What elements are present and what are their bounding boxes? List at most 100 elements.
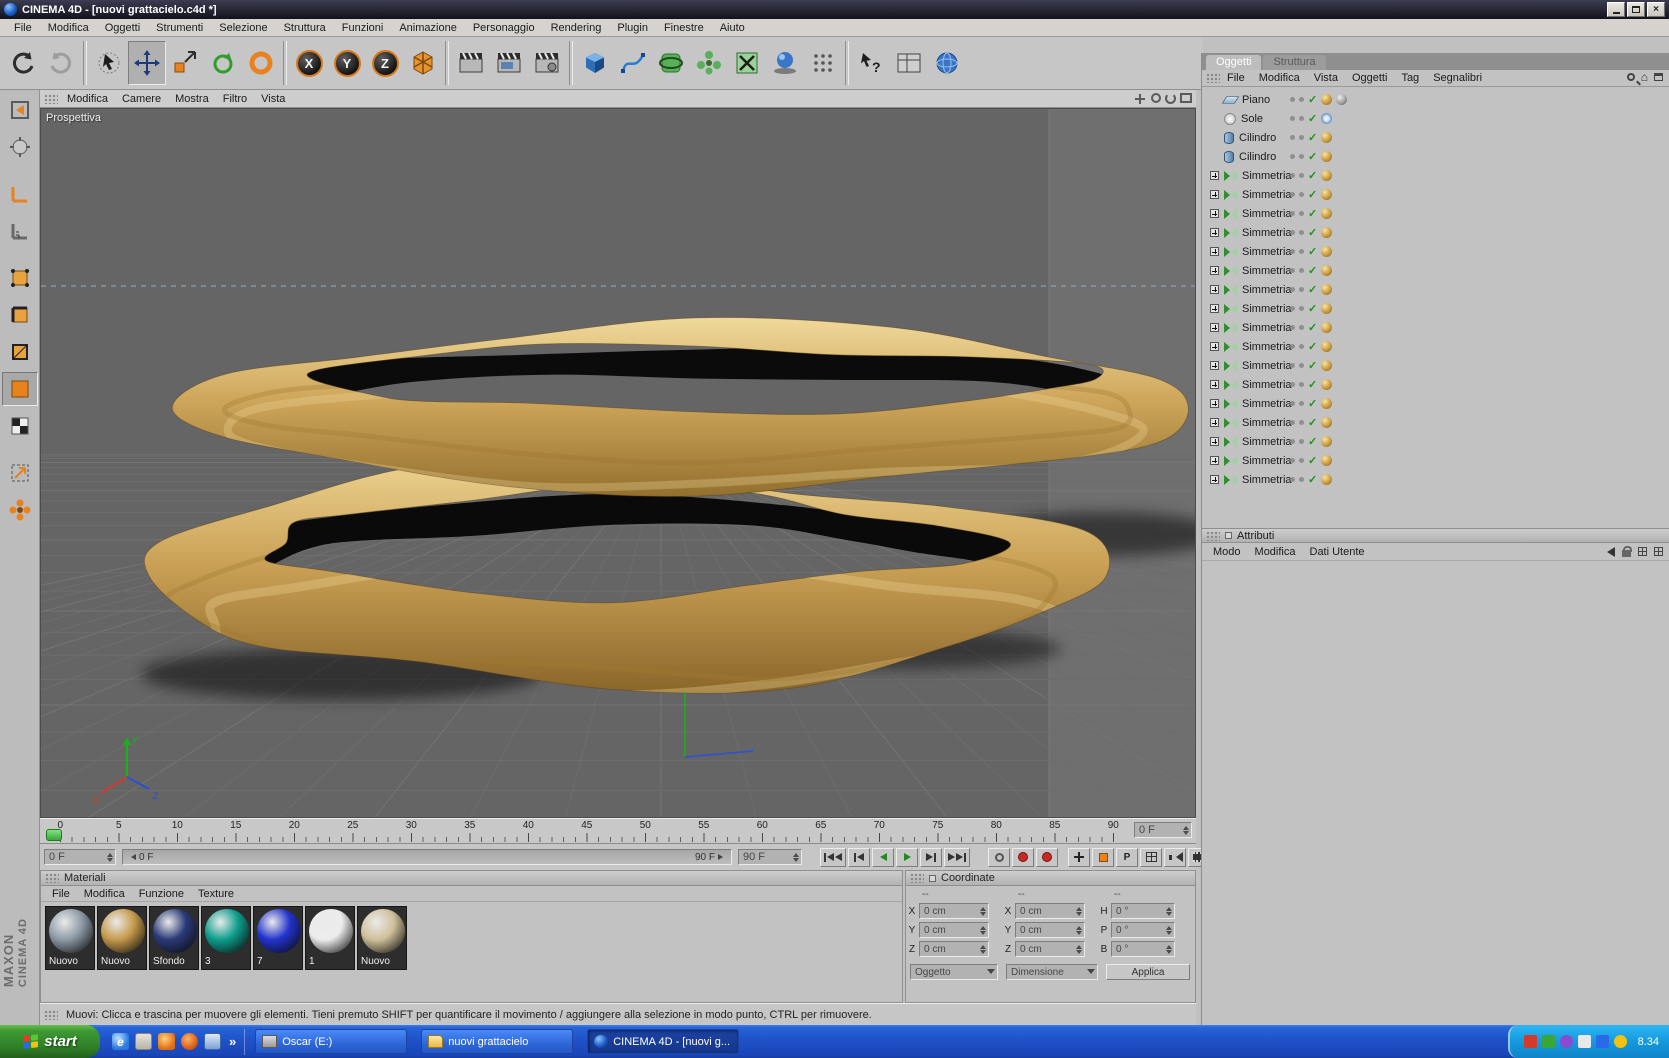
- object-row[interactable]: Simmetria ✓: [1202, 337, 1669, 356]
- render-visibility-dot[interactable]: [1299, 116, 1304, 121]
- minimize-button[interactable]: [1607, 2, 1625, 17]
- coordinates-header[interactable]: Coordinate: [906, 871, 1195, 886]
- y-axis-lock-icon[interactable]: Y: [328, 41, 366, 85]
- taskbar-task-button[interactable]: nuovi grattacielo: [421, 1029, 573, 1054]
- x-axis-lock-icon[interactable]: X: [290, 41, 328, 85]
- expand-icon[interactable]: [1210, 171, 1219, 180]
- material-tag-icon[interactable]: [1321, 360, 1332, 371]
- object-menu-item[interactable]: Segnalibri: [1426, 71, 1489, 85]
- workplane-mode-button[interactable]: [2, 214, 38, 248]
- make-editable-button[interactable]: [2, 93, 38, 127]
- editor-visibility-dot[interactable]: [1290, 154, 1295, 159]
- current-frame-field[interactable]: 0 F: [1134, 822, 1192, 838]
- enabled-check-icon[interactable]: ✓: [1308, 285, 1317, 295]
- current-frame-marker[interactable]: [46, 829, 62, 841]
- size-y-field[interactable]: 0 cm: [1015, 922, 1085, 938]
- drag-grip[interactable]: [44, 1010, 58, 1020]
- material-tag-icon[interactable]: [1321, 132, 1332, 143]
- enabled-check-icon[interactable]: ✓: [1308, 437, 1317, 447]
- restore-button[interactable]: [1627, 2, 1645, 17]
- expand-icon[interactable]: [1210, 190, 1219, 199]
- internet-explorer-icon[interactable]: e: [112, 1033, 129, 1050]
- render-visibility-dot[interactable]: [1299, 230, 1304, 235]
- firefox-icon[interactable]: [181, 1033, 198, 1050]
- update-tray-icon[interactable]: [1560, 1035, 1573, 1048]
- taskbar-task-button[interactable]: CINEMA 4D - [nuovi g...: [587, 1029, 739, 1054]
- language-tray-icon[interactable]: [1614, 1035, 1627, 1048]
- tab-oggetti[interactable]: Oggetti: [1206, 55, 1261, 70]
- material-tile[interactable]: Sfondo: [149, 906, 199, 970]
- editor-visibility-dot[interactable]: [1290, 401, 1295, 406]
- texture-mode-button[interactable]: [2, 409, 38, 443]
- zoom-view-icon[interactable]: [1151, 93, 1161, 103]
- render-visibility-dot[interactable]: [1299, 287, 1304, 292]
- material-tag-icon[interactable]: [1321, 341, 1332, 352]
- rotation-h-field[interactable]: 0 °: [1111, 903, 1175, 919]
- range-left-icon[interactable]: [131, 854, 136, 860]
- render-visibility-dot[interactable]: [1299, 306, 1304, 311]
- record-button[interactable]: [1012, 848, 1034, 867]
- attribute-menu-item[interactable]: Modo: [1206, 545, 1248, 559]
- menu-item[interactable]: Funzioni: [334, 21, 392, 35]
- close-button[interactable]: ×: [1647, 2, 1665, 17]
- polygons-mode-button[interactable]: [2, 335, 38, 369]
- material-tag-icon[interactable]: [1321, 151, 1332, 162]
- render-visibility-dot[interactable]: [1299, 420, 1304, 425]
- editor-visibility-dot[interactable]: [1290, 249, 1295, 254]
- material-tag-icon[interactable]: [1321, 284, 1332, 295]
- live-selection-icon[interactable]: [90, 41, 128, 85]
- render-visibility-dot[interactable]: [1299, 325, 1304, 330]
- attribute-menu-item[interactable]: Modifica: [1248, 545, 1303, 559]
- layout-grid-icon[interactable]: [1638, 547, 1647, 556]
- material-tag-icon[interactable]: [1321, 170, 1332, 181]
- next-key-button[interactable]: [920, 848, 942, 867]
- drag-grip[interactable]: [44, 94, 58, 104]
- editor-visibility-dot[interactable]: [1290, 382, 1295, 387]
- editor-visibility-dot[interactable]: [1290, 173, 1295, 178]
- sound-toggle-button[interactable]: [1164, 848, 1186, 867]
- editor-visibility-dot[interactable]: [1290, 287, 1295, 292]
- object-row[interactable]: Simmetria ✓: [1202, 280, 1669, 299]
- object-row[interactable]: Simmetria ✓: [1202, 375, 1669, 394]
- object-row[interactable]: Simmetria ✓: [1202, 166, 1669, 185]
- smoothing-tag-icon[interactable]: [1336, 94, 1347, 105]
- material-tag-icon[interactable]: [1321, 455, 1332, 466]
- render-visibility-dot[interactable]: [1299, 458, 1304, 463]
- editor-visibility-dot[interactable]: [1290, 306, 1295, 311]
- editor-visibility-dot[interactable]: [1290, 211, 1295, 216]
- object-row[interactable]: Simmetria ✓: [1202, 356, 1669, 375]
- object-menu-item[interactable]: Oggetti: [1345, 71, 1394, 85]
- drag-grip[interactable]: [45, 873, 59, 883]
- render-visibility-dot[interactable]: [1299, 401, 1304, 406]
- network-tray-icon[interactable]: [1596, 1035, 1609, 1048]
- object-row[interactable]: Simmetria ✓: [1202, 470, 1669, 489]
- material-tag-icon[interactable]: [1321, 398, 1332, 409]
- add-array-icon[interactable]: [690, 41, 728, 85]
- menu-item[interactable]: File: [6, 21, 40, 35]
- range-right-icon[interactable]: [718, 854, 723, 860]
- materials-menu-item[interactable]: File: [45, 887, 77, 901]
- object-row[interactable]: Cilindro ✓: [1202, 128, 1669, 147]
- materials-menu-item[interactable]: Texture: [191, 887, 241, 901]
- object-row[interactable]: Simmetria ✓: [1202, 223, 1669, 242]
- record-position-toggle[interactable]: [1068, 848, 1090, 867]
- frame-range-slider[interactable]: 0 F 90 F: [122, 849, 732, 865]
- position-y-field[interactable]: 0 cm: [919, 922, 989, 938]
- expand-icon[interactable]: [1210, 418, 1219, 427]
- render-visibility-dot[interactable]: [1299, 268, 1304, 273]
- expand-icon[interactable]: [1210, 380, 1219, 389]
- menu-item[interactable]: Plugin: [609, 21, 656, 35]
- start-button[interactable]: start: [0, 1025, 100, 1058]
- previous-key-button[interactable]: [848, 848, 870, 867]
- editor-visibility-dot[interactable]: [1290, 116, 1295, 121]
- material-tile[interactable]: Nuovo: [97, 906, 147, 970]
- menu-item[interactable]: Personaggio: [465, 21, 543, 35]
- editor-visibility-dot[interactable]: [1290, 268, 1295, 273]
- add-particles-icon[interactable]: [804, 41, 842, 85]
- record-parameter-toggle[interactable]: P: [1116, 848, 1138, 867]
- help-pointer-icon[interactable]: ?: [852, 41, 890, 85]
- editor-visibility-dot[interactable]: [1290, 477, 1295, 482]
- display-settings-icon[interactable]: [890, 41, 928, 85]
- viewport-menu-item[interactable]: Modifica: [60, 92, 115, 106]
- rotation-b-field[interactable]: 0 °: [1111, 941, 1175, 957]
